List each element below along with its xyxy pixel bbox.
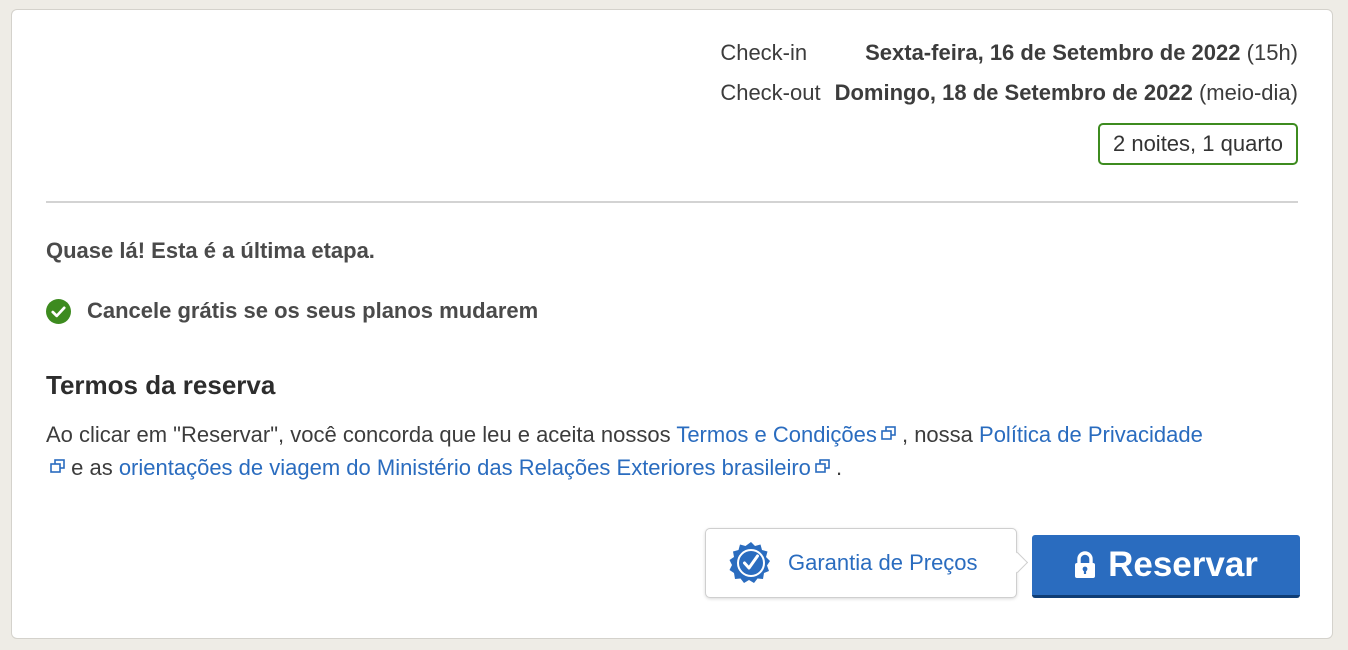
travel-guidelines-link[interactable]: orientações de viagem do Ministério das … bbox=[119, 455, 830, 480]
section-divider bbox=[46, 201, 1298, 203]
terms-text-part-3: e as bbox=[65, 455, 119, 480]
checkin-date: Sexta-feira, 16 de Setembro de 2022 bbox=[865, 40, 1241, 65]
terms-title: Termos da reserva bbox=[46, 370, 276, 400]
terms-text-part-1: Ao clicar em "Reservar", você concorda q… bbox=[46, 422, 677, 447]
checkin-label: Check-in bbox=[720, 40, 808, 65]
free-cancellation-row: Cancele grátis se os seus planos mudarem bbox=[46, 298, 538, 324]
terms-text: Ao clicar em "Reservar", você concorda q… bbox=[46, 418, 1206, 484]
last-step-message: Quase lá! Esta é a última etapa. bbox=[46, 238, 375, 263]
check-circle-icon bbox=[46, 298, 71, 324]
reserve-button[interactable]: Reservar bbox=[1032, 535, 1300, 598]
terms-conditions-link-label: Termos e Condições bbox=[676, 422, 877, 447]
nights-badge: 2 noites, 1 quarto bbox=[1097, 123, 1298, 165]
checkout-value: Domingo, 18 de Setembro de 2022 (meio-di… bbox=[835, 80, 1298, 106]
price-guarantee-label: Garantia de Preços bbox=[788, 550, 978, 575]
external-link-icon bbox=[815, 459, 830, 473]
privacy-policy-link-label: Política de Privacidade bbox=[979, 422, 1203, 447]
reserve-button-label: Reservar bbox=[1108, 545, 1258, 584]
terms-conditions-link[interactable]: Termos e Condições bbox=[676, 422, 896, 447]
terms-text-part-2: , nossa bbox=[895, 422, 980, 447]
checkout-time: (meio-dia) bbox=[1198, 80, 1298, 105]
external-link-icon bbox=[881, 426, 896, 440]
checkin-value: Sexta-feira, 16 de Setembro de 2022 (15h… bbox=[835, 40, 1298, 66]
guarantee-seal-icon bbox=[729, 542, 770, 583]
price-guarantee-button[interactable]: Garantia de Preços bbox=[705, 528, 1017, 598]
booking-summary-card: Check-in Sexta-feira, 16 de Setembro de … bbox=[11, 9, 1333, 639]
checkout-label: Check-out bbox=[720, 80, 821, 105]
stay-dates: Check-in Sexta-feira, 16 de Setembro de … bbox=[720, 40, 1298, 106]
terms-text-part-4: . bbox=[829, 455, 843, 480]
checkin-time: (15h) bbox=[1246, 40, 1298, 65]
free-cancellation-text: Cancele grátis se os seus planos mudarem bbox=[87, 298, 539, 323]
travel-guidelines-link-label: orientações de viagem do Ministério das … bbox=[118, 455, 811, 480]
lock-icon bbox=[1075, 551, 1096, 578]
checkout-date: Domingo, 18 de Setembro de 2022 bbox=[834, 80, 1193, 105]
external-link-icon bbox=[50, 459, 65, 473]
